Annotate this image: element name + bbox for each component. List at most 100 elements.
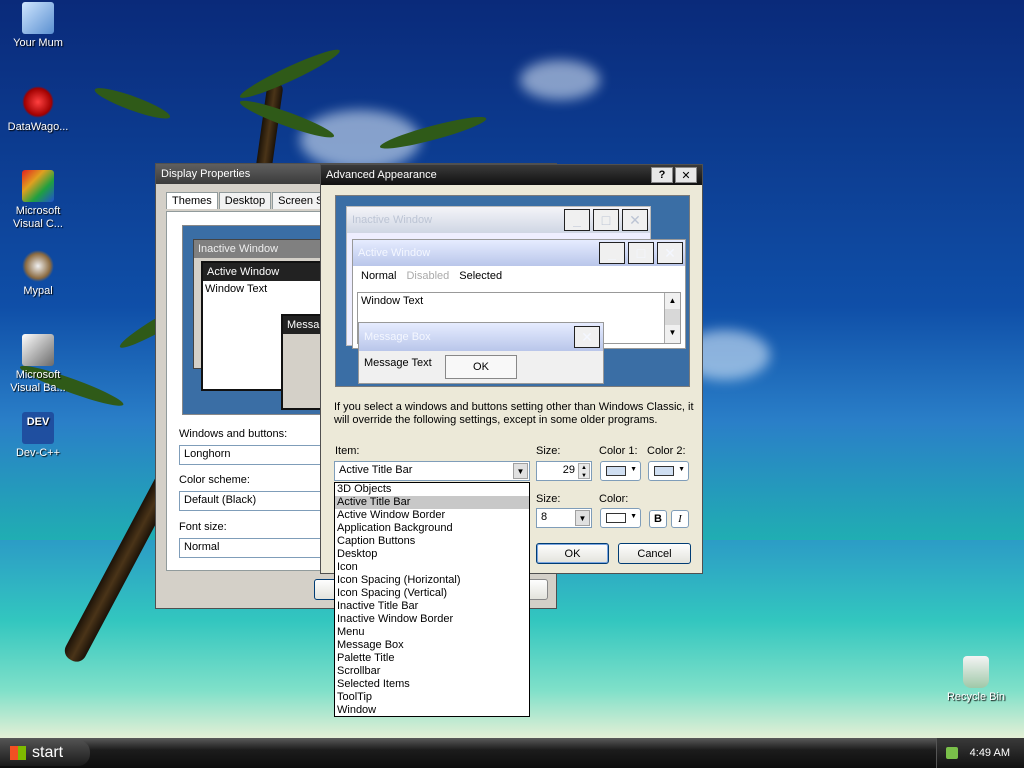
font-color-swatch — [606, 513, 626, 523]
minimize-icon: _ — [599, 242, 625, 264]
chevron-down-icon[interactable]: ▼ — [575, 510, 590, 526]
size-label: Size: — [536, 445, 561, 457]
mypal-icon — [22, 250, 54, 282]
clock[interactable]: 4:49 AM — [970, 747, 1010, 759]
item-label: Item: — [335, 445, 360, 457]
adv-preview-inactive-title: Inactive Window — [352, 214, 433, 226]
minimize-icon: _ — [564, 209, 590, 231]
close-icon: ✕ — [622, 209, 648, 231]
color2-label: Color 2: — [647, 445, 686, 457]
dropdown-item[interactable]: Selected Items — [335, 678, 529, 691]
menu-normal: Normal — [361, 270, 397, 282]
ok-button[interactable]: OK — [536, 543, 609, 564]
dropdown-item[interactable]: Icon Spacing (Vertical) — [335, 587, 529, 600]
maximize-icon: □ — [593, 209, 619, 231]
scroll-up-icon: ▲ — [668, 296, 677, 305]
chevron-down-icon: ▼ — [630, 513, 637, 520]
dropdown-item[interactable]: Menu — [335, 626, 529, 639]
system-tray: 4:49 AM — [936, 738, 1024, 768]
window-title: Advanced Appearance — [326, 169, 437, 181]
override-info-text: If you select a windows and buttons sett… — [334, 401, 694, 426]
adv-preview-active-title: Active Window — [358, 247, 431, 259]
desktop-icon-visual-basic[interactable]: Microsoft Visual Ba... — [0, 334, 76, 395]
dropdown-item[interactable]: Inactive Title Bar — [335, 600, 529, 613]
window-title: Display Properties — [161, 168, 251, 180]
menu-disabled: Disabled — [406, 270, 450, 282]
start-button[interactable]: start — [0, 740, 90, 766]
font-size-select[interactable]: Normal — [179, 538, 339, 558]
font-color-picker[interactable]: ▼ — [600, 508, 641, 528]
italic-button[interactable]: I — [671, 510, 689, 528]
visual-studio-icon — [22, 170, 54, 202]
recycle-bin-icon — [963, 656, 989, 688]
scroll-down-icon: ▼ — [668, 328, 677, 337]
desktop-icon-dev-cpp[interactable]: DEV Dev-C++ — [0, 412, 76, 460]
size-spinner[interactable]: 29 ▲ ▼ — [536, 461, 592, 481]
bold-button[interactable]: B — [649, 510, 667, 528]
color2-swatch — [654, 466, 674, 476]
color1-picker[interactable]: ▼ — [600, 461, 641, 481]
dropdown-item[interactable]: Desktop — [335, 548, 529, 561]
chevron-down-icon: ▼ — [678, 466, 685, 473]
adv-preview-ok-button: OK — [445, 355, 517, 379]
windows-logo-icon — [10, 746, 26, 760]
adv-preview-scrollbar: ▲ ▼ — [664, 293, 680, 343]
adv-preview-message-box: Message Box ✕ Message Text OK — [358, 322, 604, 384]
maximize-icon: □ — [628, 242, 654, 264]
dropdown-item[interactable]: Active Title Bar — [335, 496, 529, 509]
desktop-icon-recycle-bin[interactable]: Recycle Bin — [936, 656, 1016, 704]
windows-buttons-label: Windows and buttons: — [179, 428, 288, 440]
font-size-label: Font size: — [179, 521, 227, 533]
color1-label: Color 1: — [599, 445, 638, 457]
close-icon: ✕ — [574, 326, 600, 348]
network-icon[interactable] — [945, 747, 958, 759]
dropdown-item[interactable]: Caption Buttons — [335, 535, 529, 548]
menu-selected: Selected — [459, 270, 503, 282]
font-size-label: Size: — [536, 493, 561, 505]
item-select[interactable]: Active Title Bar ▼ — [334, 461, 530, 481]
advanced-appearance-titlebar[interactable]: Advanced Appearance ? ✕ — [321, 165, 702, 185]
color-scheme-label: Color scheme: — [179, 474, 250, 486]
advanced-preview: Inactive Window _ □ ✕ Active Window _ □ … — [335, 195, 690, 387]
close-button[interactable]: ✕ — [675, 167, 697, 183]
close-icon: ✕ — [657, 242, 683, 264]
adv-preview-message-title: Message Box — [364, 331, 431, 343]
dropdown-item[interactable]: Message Box — [335, 639, 529, 652]
adv-preview-menu: Normal Disabled Selected — [353, 266, 685, 286]
dropdown-item[interactable]: Active Window Border — [335, 509, 529, 522]
taskbar: start 4:49 AM — [0, 738, 1024, 768]
computer-icon — [22, 2, 54, 34]
font-size-select[interactable]: 8 ▼ — [536, 508, 592, 528]
color1-swatch — [606, 466, 626, 476]
adv-preview-message-text: Message Text — [364, 357, 432, 369]
datawagon-icon — [22, 86, 54, 118]
adv-preview-window-text: Window Text — [361, 295, 424, 307]
item-dropdown-list: 3D Objects Active Title Bar Active Window … — [334, 482, 530, 717]
tab-desktop[interactable]: Desktop — [218, 192, 272, 209]
dropdown-item[interactable]: Window — [335, 704, 529, 717]
color-scheme-select[interactable]: Default (Black) — [179, 491, 339, 511]
desktop-icon-datawagon[interactable]: DataWago... — [0, 86, 76, 134]
desktop-icon-your-mum[interactable]: Your Mum — [0, 2, 76, 50]
dropdown-item[interactable]: Icon — [335, 561, 529, 574]
dev-cpp-icon: DEV — [22, 412, 54, 444]
windows-buttons-select[interactable]: Longhorn — [179, 445, 339, 465]
visual-basic-icon — [22, 334, 54, 366]
spinner-arrows-icon[interactable]: ▲ ▼ — [578, 463, 590, 479]
font-color-label: Color: — [599, 493, 629, 505]
chevron-down-icon: ▼ — [630, 466, 637, 473]
dropdown-item[interactable]: Scrollbar — [335, 665, 529, 678]
cancel-button[interactable]: Cancel — [618, 543, 691, 564]
dropdown-item[interactable]: Palette Title — [335, 652, 529, 665]
dropdown-item[interactable]: ToolTip — [335, 691, 529, 704]
chevron-down-icon[interactable]: ▼ — [513, 463, 528, 479]
tab-themes[interactable]: Themes — [166, 192, 218, 209]
dropdown-item[interactable]: Icon Spacing (Horizontal) — [335, 574, 529, 587]
dropdown-item[interactable]: 3D Objects — [335, 483, 529, 496]
dropdown-item[interactable]: Inactive Window Border — [335, 613, 529, 626]
desktop-icon-visual-c[interactable]: Microsoft Visual C... — [0, 170, 76, 231]
dropdown-item[interactable]: Application Background — [335, 522, 529, 535]
color2-picker[interactable]: ▼ — [648, 461, 689, 481]
desktop-icon-mypal[interactable]: Mypal — [0, 250, 76, 298]
help-button[interactable]: ? — [651, 167, 673, 183]
